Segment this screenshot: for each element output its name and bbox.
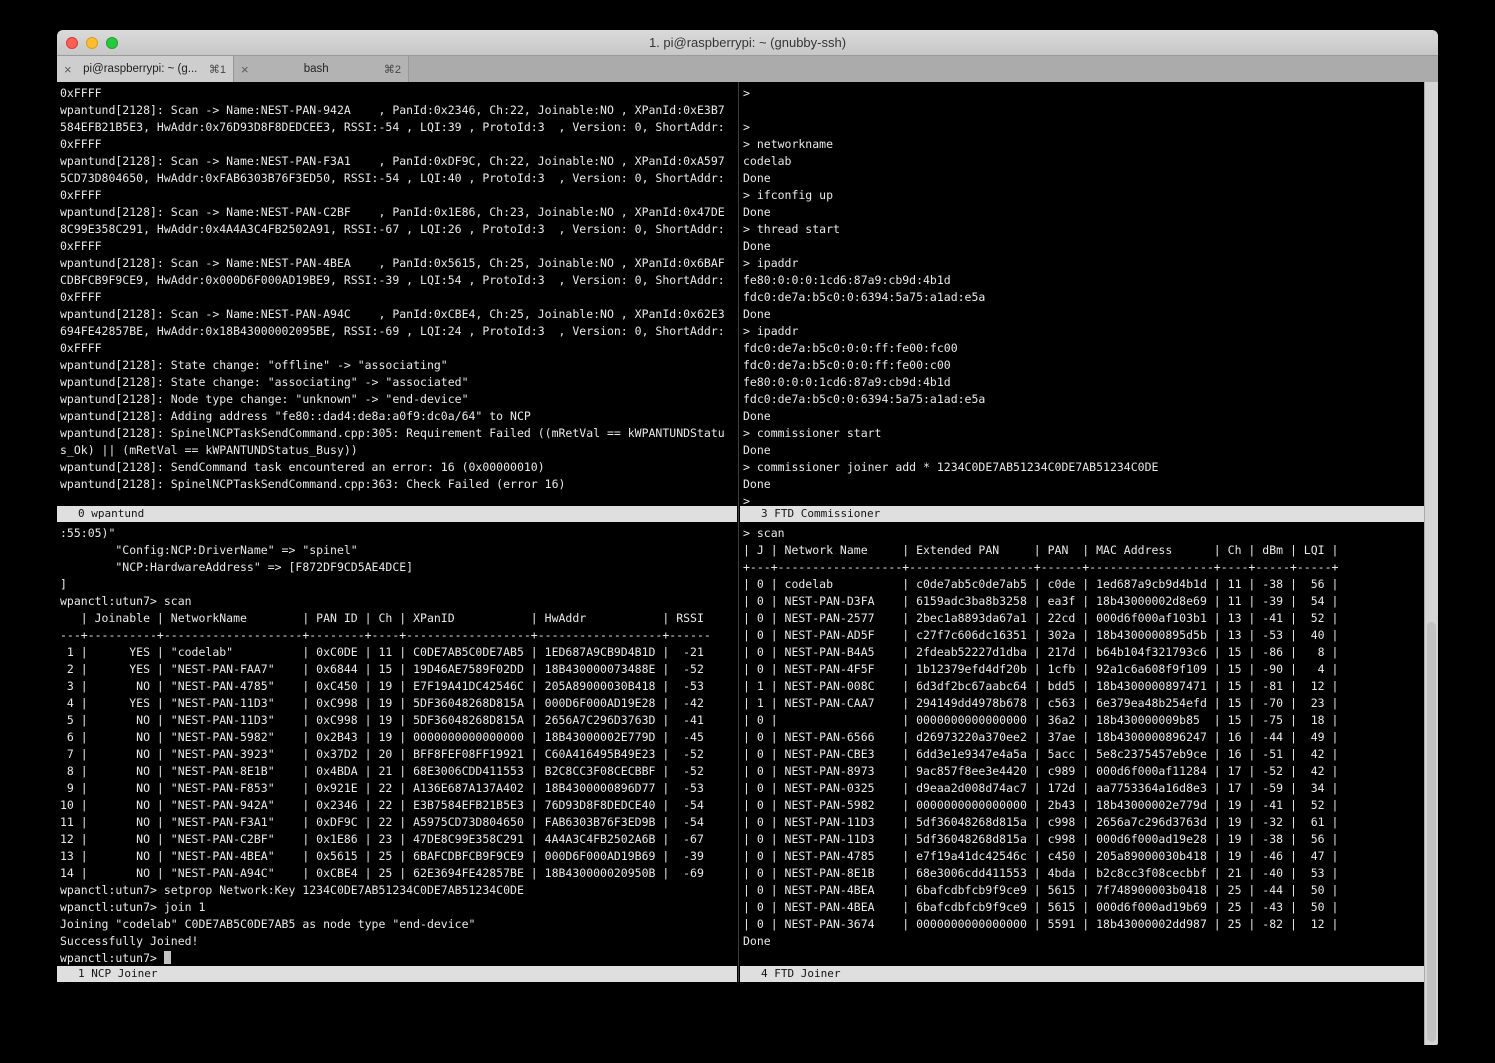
close-window-button[interactable] [66, 37, 78, 49]
scrollbar[interactable] [1424, 82, 1438, 1045]
traffic-lights [66, 30, 118, 56]
ncp-joiner-output: :55:05)" "Config:NCP:DriverName" => "spi… [57, 522, 737, 950]
wpantund-output: 0xFFFF wpantund[2128]: Scan -> Name:NEST… [57, 82, 737, 493]
pane-title-ftd-joiner[interactable]: 4 FTD Joiner [740, 966, 1424, 982]
tab-label: pi@raspberrypi: ~ (g... [77, 63, 204, 75]
terminal-window: 1. pi@raspberrypi: ~ (gnubby-ssh) × pi@r… [57, 30, 1438, 1045]
tab-label: bash [254, 63, 379, 75]
close-tab-icon[interactable]: × [241, 63, 249, 76]
tab-pi-raspberrypi[interactable]: × pi@raspberrypi: ~ (g... ⌘1 [57, 56, 233, 82]
zoom-window-button[interactable] [106, 37, 118, 49]
pane-ncp-joiner[interactable]: :55:05)" "Config:NCP:DriverName" => "spi… [57, 522, 737, 966]
tab-shortcut: ⌘2 [384, 63, 401, 76]
ftd-commissioner-output: > > > networkname codelab Done > ifconfi… [740, 82, 1424, 506]
tab-bash[interactable]: × bash ⌘2 [233, 56, 409, 82]
pane-divider[interactable] [738, 82, 739, 982]
pane-title-ftd-commissioner[interactable]: 3 FTD Commissioner [740, 506, 1424, 522]
terminal-cursor [164, 951, 171, 964]
terminal-content: 0xFFFF wpantund[2128]: Scan -> Name:NEST… [57, 82, 1438, 1045]
pane-title-wpantund[interactable]: 0 wpantund [57, 506, 737, 522]
pane-ftd-joiner[interactable]: > scan | J | Network Name | Extended PAN… [740, 522, 1424, 966]
window-titlebar[interactable]: 1. pi@raspberrypi: ~ (gnubby-ssh) [57, 30, 1438, 56]
prompt-line: wpanctl:utun7> [57, 950, 737, 966]
pane-wpantund[interactable]: 0xFFFF wpantund[2128]: Scan -> Name:NEST… [57, 82, 737, 506]
window-title: 1. pi@raspberrypi: ~ (gnubby-ssh) [649, 35, 846, 50]
shell-prompt: wpanctl:utun7> [60, 951, 164, 965]
tab-shortcut: ⌘1 [209, 63, 226, 76]
tab-bar: × pi@raspberrypi: ~ (g... ⌘1 × bash ⌘2 [57, 56, 1438, 82]
scrollbar-thumb[interactable] [1427, 622, 1436, 1042]
pane-title-ncp-joiner[interactable]: 1 NCP Joiner [57, 966, 737, 982]
tab-bar-filler [409, 56, 1438, 82]
minimize-window-button[interactable] [86, 37, 98, 49]
pane-ftd-commissioner[interactable]: > > > networkname codelab Done > ifconfi… [740, 82, 1424, 506]
close-tab-icon[interactable]: × [64, 63, 72, 76]
ftd-joiner-output: > scan | J | Network Name | Extended PAN… [740, 522, 1424, 950]
